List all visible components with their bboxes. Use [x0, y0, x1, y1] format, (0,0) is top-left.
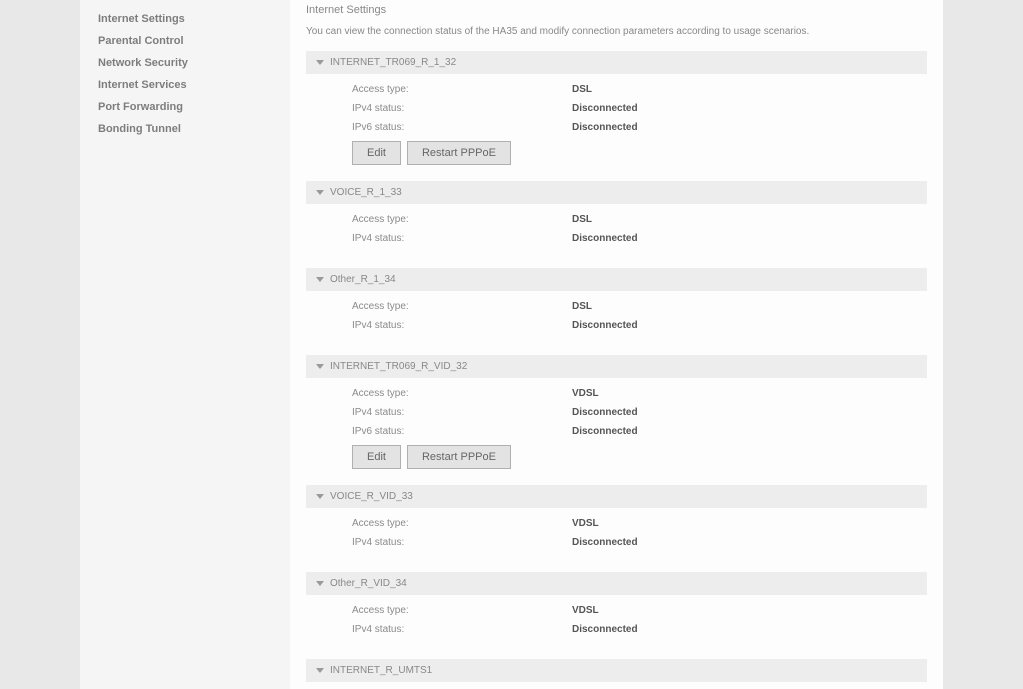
label-ipv4-status: IPv4 status:	[352, 407, 572, 418]
button-row: EditRestart PPPoE	[352, 141, 917, 165]
page-title: Internet Settings	[306, 4, 927, 16]
section-header[interactable]: Other_R_VID_34	[306, 572, 927, 595]
edit-button[interactable]: Edit	[352, 141, 401, 165]
row-ipv4-status: IPv4 status:Disconnected	[352, 233, 917, 244]
chevron-down-icon	[316, 277, 324, 282]
section-header[interactable]: INTERNET_TR069_R_VID_32	[306, 355, 927, 378]
label-access-type: Access type:	[352, 388, 572, 399]
label-ipv4-status: IPv4 status:	[352, 103, 572, 114]
label-ipv4-status: IPv4 status:	[352, 320, 572, 331]
row-ipv4-status: IPv4 status:Disconnected	[352, 407, 917, 418]
value-ipv4-status: Disconnected	[572, 103, 638, 114]
label-ipv4-status: IPv4 status:	[352, 624, 572, 635]
row-access-type: Access type:DSL	[352, 84, 917, 95]
sidebar-item-bonding-tunnel[interactable]: Bonding Tunnel	[80, 118, 290, 140]
sidebar-item-parental-control[interactable]: Parental Control	[80, 30, 290, 52]
row-access-type: Access type:VDSL	[352, 605, 917, 616]
section-body: Access type:DSLIPv4 status:Disconnected	[306, 204, 927, 258]
connection-section: INTERNET_TR069_R_VID_32Access type:VDSLI…	[306, 355, 927, 475]
connection-section: VOICE_R_VID_33Access type:VDSLIPv4 statu…	[306, 485, 927, 562]
sidebar-item-port-forwarding[interactable]: Port Forwarding	[80, 96, 290, 118]
row-ipv6-status: IPv6 status:Disconnected	[352, 122, 917, 133]
label-access-type: Access type:	[352, 84, 572, 95]
label-ipv4-status: IPv4 status:	[352, 537, 572, 548]
connection-section: Other_R_1_34Access type:DSLIPv4 status:D…	[306, 268, 927, 345]
page-description: You can view the connection status of th…	[306, 26, 927, 37]
section-body: Access type:VDSLIPv4 status:Disconnected	[306, 508, 927, 562]
value-ipv4-status: Disconnected	[572, 624, 638, 635]
chevron-down-icon	[316, 60, 324, 65]
value-ipv4-status: Disconnected	[572, 320, 638, 331]
label-access-type: Access type:	[352, 518, 572, 529]
section-body: Access type:VDSLIPv4 status:Disconnected	[306, 595, 927, 649]
value-access-type: VDSL	[572, 518, 599, 529]
row-ipv4-status: IPv4 status:Disconnected	[352, 103, 917, 114]
row-ipv4-status: IPv4 status:Disconnected	[352, 537, 917, 548]
label-access-type: Access type:	[352, 605, 572, 616]
connection-section: INTERNET_TR069_R_1_32Access type:DSLIPv4…	[306, 51, 927, 171]
section-body: Access type:DSLIPv4 status:DisconnectedI…	[306, 74, 927, 171]
value-access-type: DSL	[572, 84, 592, 95]
value-ipv6-status: Disconnected	[572, 122, 638, 133]
row-access-type: Access type:DSL	[352, 301, 917, 312]
value-access-type: VDSL	[572, 605, 599, 616]
restart-pppoe-button[interactable]: Restart PPPoE	[407, 445, 511, 469]
connection-section: INTERNET_R_UMTS1	[306, 659, 927, 682]
section-title: INTERNET_TR069_R_VID_32	[330, 361, 467, 372]
label-ipv6-status: IPv6 status:	[352, 122, 572, 133]
value-access-type: DSL	[572, 301, 592, 312]
row-ipv4-status: IPv4 status:Disconnected	[352, 624, 917, 635]
value-access-type: DSL	[572, 214, 592, 225]
button-row: EditRestart PPPoE	[352, 445, 917, 469]
section-title: Other_R_VID_34	[330, 578, 407, 589]
chevron-down-icon	[316, 581, 324, 586]
label-ipv4-status: IPv4 status:	[352, 233, 572, 244]
edit-button[interactable]: Edit	[352, 445, 401, 469]
sidebar-item-internet-services[interactable]: Internet Services	[80, 74, 290, 96]
main-content: Internet Settings You can view the conne…	[290, 0, 943, 689]
label-ipv6-status: IPv6 status:	[352, 426, 572, 437]
label-access-type: Access type:	[352, 214, 572, 225]
section-body: Access type:DSLIPv4 status:Disconnected	[306, 291, 927, 345]
chevron-down-icon	[316, 190, 324, 195]
sidebar: Internet Settings Parental Control Netwo…	[80, 0, 290, 689]
section-title: INTERNET_TR069_R_1_32	[330, 57, 456, 68]
section-header[interactable]: INTERNET_R_UMTS1	[306, 659, 927, 682]
chevron-down-icon	[316, 494, 324, 499]
value-ipv4-status: Disconnected	[572, 233, 638, 244]
section-header[interactable]: VOICE_R_1_33	[306, 181, 927, 204]
row-access-type: Access type:VDSL	[352, 518, 917, 529]
value-ipv4-status: Disconnected	[572, 407, 638, 418]
row-access-type: Access type:DSL	[352, 214, 917, 225]
connection-section: Other_R_VID_34Access type:VDSLIPv4 statu…	[306, 572, 927, 649]
chevron-down-icon	[316, 668, 324, 673]
section-header[interactable]: INTERNET_TR069_R_1_32	[306, 51, 927, 74]
chevron-down-icon	[316, 364, 324, 369]
row-access-type: Access type:VDSL	[352, 388, 917, 399]
section-title: VOICE_R_1_33	[330, 187, 402, 198]
value-ipv4-status: Disconnected	[572, 537, 638, 548]
section-title: VOICE_R_VID_33	[330, 491, 413, 502]
section-header[interactable]: Other_R_1_34	[306, 268, 927, 291]
value-access-type: VDSL	[572, 388, 599, 399]
row-ipv4-status: IPv4 status:Disconnected	[352, 320, 917, 331]
section-title: INTERNET_R_UMTS1	[330, 665, 432, 676]
row-ipv6-status: IPv6 status:Disconnected	[352, 426, 917, 437]
section-title: Other_R_1_34	[330, 274, 396, 285]
section-body: Access type:VDSLIPv4 status:Disconnected…	[306, 378, 927, 475]
sidebar-item-internet-settings[interactable]: Internet Settings	[80, 8, 290, 30]
label-access-type: Access type:	[352, 301, 572, 312]
value-ipv6-status: Disconnected	[572, 426, 638, 437]
section-header[interactable]: VOICE_R_VID_33	[306, 485, 927, 508]
restart-pppoe-button[interactable]: Restart PPPoE	[407, 141, 511, 165]
sidebar-item-network-security[interactable]: Network Security	[80, 52, 290, 74]
connection-section: VOICE_R_1_33Access type:DSLIPv4 status:D…	[306, 181, 927, 258]
